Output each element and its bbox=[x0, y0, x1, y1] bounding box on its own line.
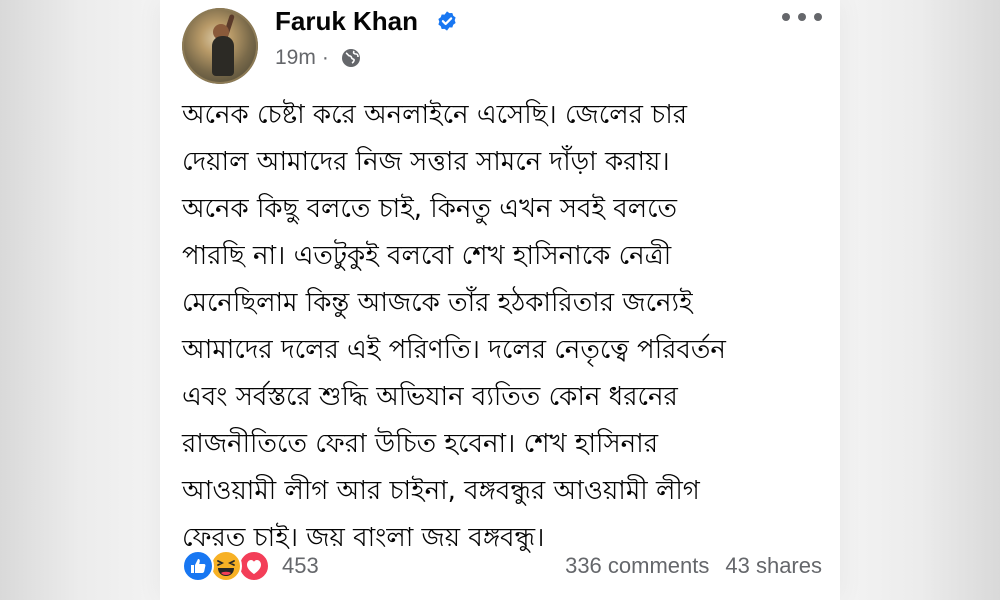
reaction-icons[interactable] bbox=[182, 548, 276, 584]
globe-icon[interactable] bbox=[341, 48, 361, 68]
verified-badge-icon bbox=[438, 11, 456, 31]
shares-count[interactable]: 43 shares bbox=[725, 553, 822, 579]
post-text-line: মেনেছিলাম কিন্তু আজকে তাঁর হঠকারিতার জন্… bbox=[182, 288, 693, 318]
post-time[interactable]: 19m bbox=[275, 46, 316, 70]
more-dot-icon bbox=[814, 13, 822, 21]
facebook-post-card: Faruk Khan 19m · অনেক চেষ্টা করে অনলাইনে… bbox=[160, 0, 840, 600]
avatar-ring bbox=[182, 8, 258, 84]
more-dot-icon bbox=[782, 13, 790, 21]
haha-icon bbox=[210, 550, 242, 582]
engagement-stats: 336 comments 43 shares bbox=[565, 553, 822, 579]
like-icon bbox=[182, 550, 214, 582]
post-footer: 453 336 comments 43 shares bbox=[182, 546, 822, 586]
meta-separator: · bbox=[321, 46, 329, 69]
post-meta: 19m · bbox=[275, 46, 361, 70]
author-name[interactable]: Faruk Khan bbox=[275, 6, 418, 37]
post-text-line: আওয়ামী লীগ আর চাইনা, বঙ্গবন্ধুর আওয়ামী… bbox=[182, 476, 700, 506]
more-dot-icon bbox=[798, 13, 806, 21]
post-text-line: আমাদের দলের এই পরিণতি। দলের নেতৃত্বে পরি… bbox=[182, 335, 726, 365]
post-text-line: এবং সর্বস্তরে শুদ্ধি অভিযান ব্যতিত কোন ধ… bbox=[182, 382, 678, 412]
post-text-line: অনেক কিছু বলতে চাই, কিনতু এখন সবই বলতে bbox=[182, 194, 678, 224]
post-text-line: দেয়াল আমাদের নিজ সত্তার সামনে দাঁড়া কর… bbox=[182, 147, 670, 177]
reaction-count[interactable]: 453 bbox=[282, 553, 319, 579]
post-body: অনেক চেষ্টা করে অনলাইনে এসেছি। জেলের চার… bbox=[182, 92, 822, 562]
more-options-button[interactable] bbox=[782, 5, 822, 29]
post-text-line: পারছি না। এতটুকুই বলবো শেখ হাসিনাকে নেত্… bbox=[182, 241, 672, 271]
love-icon bbox=[238, 550, 270, 582]
comments-count[interactable]: 336 comments bbox=[565, 553, 709, 579]
post-text-line: অনেক চেষ্টা করে অনলাইনে এসেছি। জেলের চার bbox=[182, 100, 688, 130]
author-avatar[interactable] bbox=[182, 8, 258, 84]
post-text-line: রাজনীতিতে ফেরা উচিত হবেনা। শেখ হাসিনার bbox=[182, 429, 659, 459]
